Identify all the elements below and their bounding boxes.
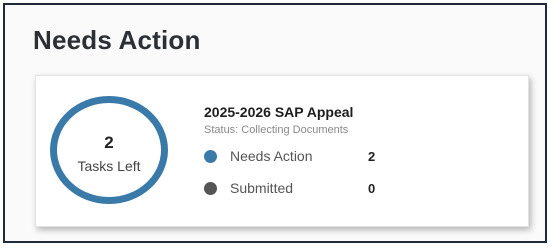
- task-status: Status: Collecting Documents: [204, 124, 349, 136]
- page-title: Needs Action: [33, 25, 201, 55]
- submitted-dot-icon: [204, 182, 217, 195]
- needs-action-dot-icon: [204, 150, 217, 163]
- tasks-left-label: Tasks Left: [77, 158, 141, 174]
- task-title: 2025-2026 SAP Appeal: [204, 104, 354, 120]
- legend-submitted: Submitted 0: [204, 180, 404, 198]
- legend-needs-action: Needs Action 2: [204, 148, 404, 166]
- legend-needs-action-label: Needs Action: [230, 148, 313, 164]
- sap-appeal-card[interactable]: 2 Tasks Left 2025-2026 SAP Appeal Status…: [35, 75, 529, 227]
- legend-submitted-count: 0: [368, 181, 376, 196]
- legend-needs-action-count: 2: [368, 149, 376, 164]
- needs-action-panel: Needs Action 2 Tasks Left 2025-2026 SAP …: [3, 3, 547, 243]
- tasks-left-count: 2: [104, 133, 114, 152]
- legend-submitted-label: Submitted: [230, 180, 294, 196]
- tasks-left-ring: 2 Tasks Left: [50, 96, 168, 204]
